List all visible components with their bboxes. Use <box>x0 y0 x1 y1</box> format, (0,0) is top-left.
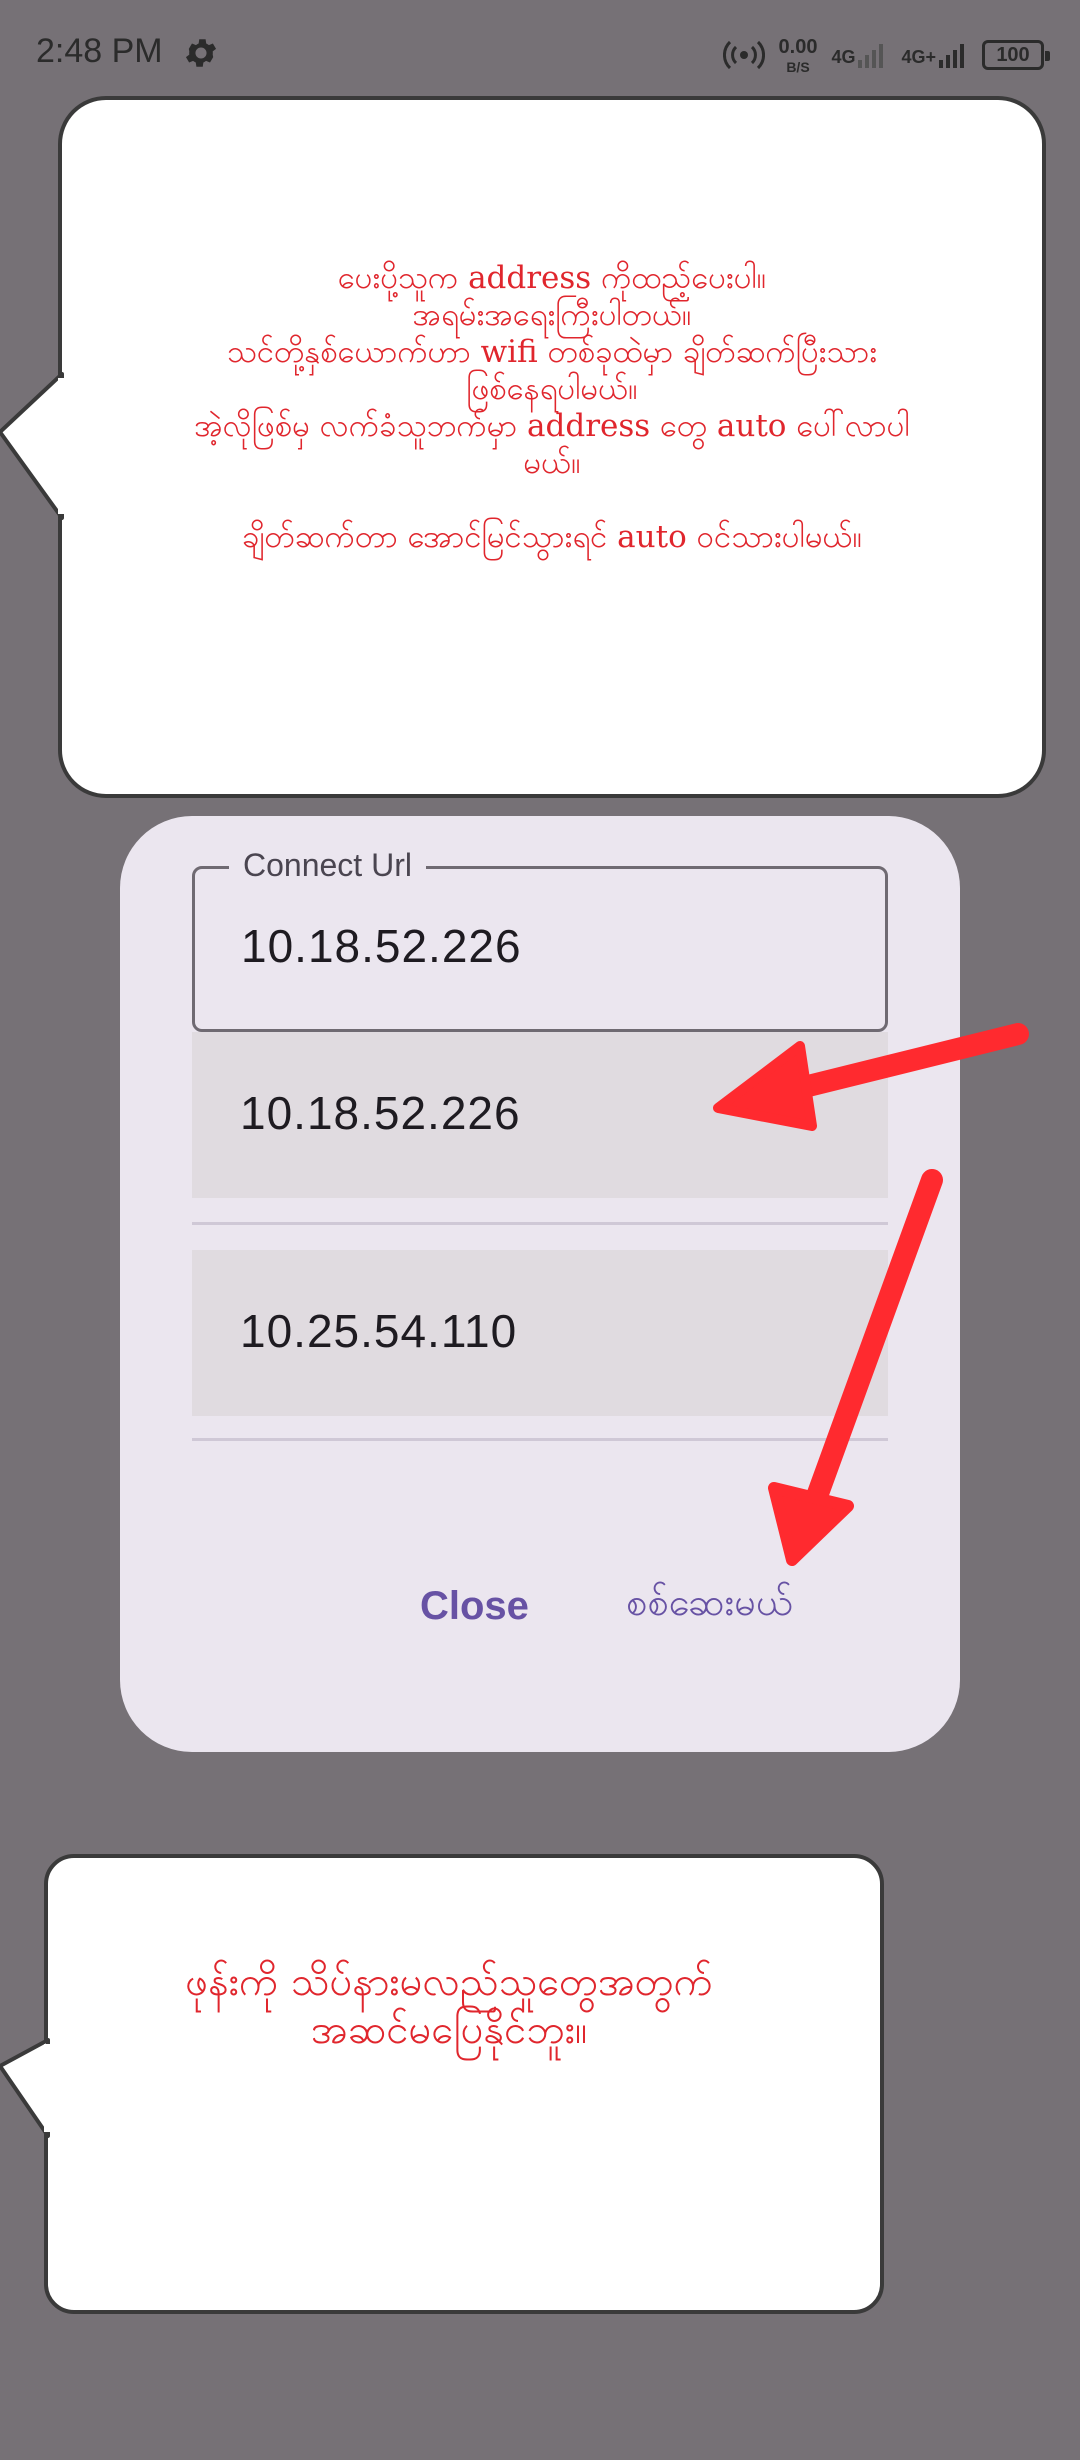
divider <box>192 1438 888 1441</box>
status-time: 2:48 PM <box>36 32 163 70</box>
annotation-text-top: ပေးပို့သူက address ကိုထည့်ပေးပါ။ အရမ်းအရ… <box>194 260 910 555</box>
bubble-tail-top <box>0 372 66 520</box>
annotation-bubble-bottom: ဖုန်းကို သိပ်နားမလည်သူတွေအတွက် အဆင်မပြေန… <box>44 1854 884 2314</box>
battery-indicator: 100 <box>982 40 1050 70</box>
network-speed: 0.00 B/S <box>779 37 818 74</box>
speed-value: 0.00 <box>778 35 818 58</box>
close-button[interactable]: Close <box>420 1584 529 1629</box>
address-option[interactable]: 10.25.54.110 <box>192 1250 888 1416</box>
address-option-text: 10.18.52.226 <box>240 1087 521 1139</box>
status-icons: 0.00 B/S 4G 4G+ 100 <box>722 30 1050 80</box>
signal-2: 4G+ <box>901 42 968 68</box>
network-type-1: 4G <box>831 47 856 67</box>
annotation-bubble-top: ပေးပို့သူက address ကိုထည့်ပေးပါ။ အရမ်းအရ… <box>58 96 1046 798</box>
gear-icon <box>185 39 217 67</box>
battery-level: 100 <box>996 43 1030 66</box>
speed-unit: B/S <box>786 58 810 75</box>
signal-1: 4G <box>831 42 887 68</box>
address-option-text: 10.25.54.110 <box>240 1305 518 1357</box>
signal-bars-icon <box>858 44 884 68</box>
status-bar: 2:48 PM 0.00 B/S 4G 4G+ 100 <box>0 0 1080 110</box>
address-option[interactable]: 10.18.52.226 <box>192 1032 888 1198</box>
divider <box>192 1222 888 1225</box>
check-button[interactable]: စစ်ဆေးမယ် <box>626 1578 793 1634</box>
bubble-tail-bottom <box>0 2038 52 2138</box>
connect-url-dialog: Connect Url 10.18.52.226 10.18.52.226 10… <box>120 816 960 1752</box>
hotspot-icon <box>722 40 765 70</box>
signal-bars-icon <box>939 44 964 68</box>
annotation-text-bottom: ဖုန်းကို သိပ်နားမလည်သူတွေအတွက် အဆင်မပြေန… <box>185 1959 713 2053</box>
connect-url-value[interactable]: 10.18.52.226 <box>241 919 522 973</box>
connect-url-label: Connect Url <box>229 847 426 884</box>
connect-url-field[interactable]: Connect Url 10.18.52.226 <box>192 847 888 1032</box>
network-type-2: 4G+ <box>901 47 936 67</box>
